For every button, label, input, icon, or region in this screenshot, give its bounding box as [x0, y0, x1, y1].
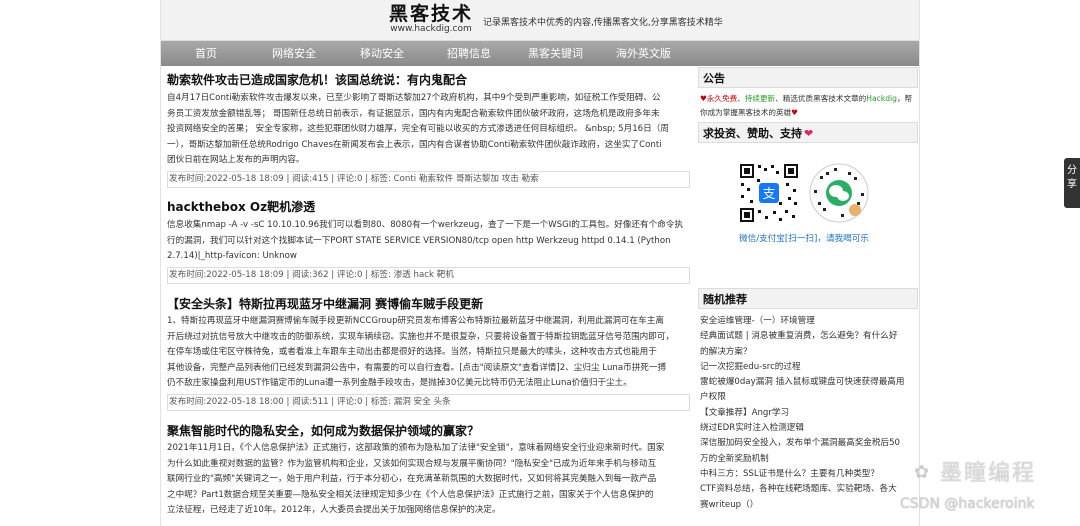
notice-updating: 持续更新: [744, 94, 776, 103]
excerpt-line: 信息收集nmap -A -v -sC 10.10.10.96我们可以看到80、8…: [167, 220, 683, 230]
nav-item-jobs[interactable]: 招聘信息: [447, 41, 491, 66]
random-item[interactable]: 的解决方案？: [700, 345, 916, 360]
article-title[interactable]: 【安全头条】特斯拉再现蓝牙中继漏洞 赛博偷车贼手段更新: [167, 295, 483, 312]
watermark-csdn: CSDN @hackeroink: [900, 496, 1035, 512]
random-item[interactable]: CTF资料总结，各种在线靶场题库、实验靶场、各大: [700, 482, 916, 497]
site-slogan: 记录黑客技术中优秀的内容,传播黑客文化,分享黑客技术精华: [483, 18, 723, 28]
watermark-icon: ✿: [914, 462, 930, 483]
random-item[interactable]: 安全运维管理-（一）环境管理: [700, 314, 916, 329]
notice-free: 永久免费: [706, 94, 738, 103]
article-meta: 发布时间:2022-05-18 18:00 | 阅读:511 | 评论:0 | …: [167, 394, 690, 411]
excerpt-line: 仍不敌庄家操盘利用UST作锚定币的Luna遭一系列金融手段攻击，是抛掉30亿美元…: [167, 378, 632, 389]
notice-text: ♥永久免费、持续更新、精选优质黑客技术文章的Hackdig，帮 你成为掌握黑客技…: [700, 92, 918, 120]
article-excerpt: 1、特斯拉再现蓝牙中继漏洞赛博偷车贼手段更新NCCGroup研究员发布博客公布特…: [167, 314, 689, 392]
random-list: 安全运维管理-（一）环境管理 经典面试题 | 消息被重复消费，怎么避免？有什么好…: [700, 314, 916, 513]
excerpt-line: 联网行业的"高频"关键词之一，始于用户利益，行于本分初心，在充满革新氛围的大数据…: [167, 474, 657, 485]
random-item[interactable]: 经典面试题 | 消息被重复消费，怎么避免？有什么好: [700, 329, 916, 344]
heart-icon: ❤: [804, 127, 814, 140]
excerpt-line: 为什么如此重视对数据的监管？作为监管机构和企业，又该如何实现合规与发展平衡协同？…: [167, 458, 657, 469]
excerpt-line: 立法征程，已经走了近10年。2012年，人大委员会提出关于加强网络信息保护的决定…: [167, 505, 501, 516]
nav-item-mobile-security[interactable]: 移动安全: [360, 41, 404, 66]
random-item[interactable]: 记一次挖掘edu-src的过程: [700, 360, 916, 375]
pay-caption: 微信/支付宝[扫一扫]，请我喝可乐: [739, 234, 869, 244]
random-item[interactable]: 绕过EDR实时注入检测逻辑: [700, 421, 916, 436]
excerpt-line: 一），哥斯达黎加新任总统Rodrigo Chaves在新闻发布会上表示，国内有合…: [167, 139, 662, 150]
excerpt-line: 自4月17日Conti勒索软件攻击爆发以来，已至少影响了哥斯达黎加27个政府机构…: [167, 93, 661, 103]
watermark-brand: 墨瞳编程: [940, 461, 1037, 486]
article-meta: 发布时间:2022-05-18 18:09 | 阅读:415 | 评论:0 | …: [167, 171, 690, 188]
random-heading: 随机推荐: [698, 288, 918, 309]
main-nav: 首页 网络安全 移动安全 招聘信息 黑客关键词 海外英文版: [161, 41, 919, 66]
excerpt-line: 2.7.14)|_http-favicon: Unknow: [167, 251, 297, 262]
article-excerpt: 2021年11月1日，《个人信息保护法》正式施行，这部政策的颁布为隐私加了法律"…: [167, 441, 689, 519]
excerpt-line: 务员工资发放金额错乱等； 哥国新任总统日前表示，有证据显示，国内有内鬼配合勒索软…: [167, 108, 660, 119]
excerpt-line: 之中呢？Part1数据合规至关重要—隐私安全相关法律规定知多少在《个人信息保护法…: [167, 489, 654, 500]
random-item[interactable]: 【文章推荐】Angr学习: [700, 406, 916, 421]
share-tab[interactable]: 分享: [1064, 158, 1080, 208]
excerpt-line: 2021年11月1日，《个人信息保护法》正式施行，这部政策的颁布为隐私加了法律"…: [167, 443, 665, 453]
random-item[interactable]: 雷蛇被爆0day漏洞 插入鼠标或键盘可快速获得最高用: [700, 375, 916, 390]
excerpt-line: 1、特斯拉再现蓝牙中继漏洞赛博偷车贼手段更新NCCGroup研究员发布博客公布特…: [167, 316, 664, 326]
excerpt-line: 团伙日前在网站上发布的声明内容。: [167, 155, 305, 166]
excerpt-line: 其他设备，完整产品列表他们已经发到漏洞公告中，有需要的可以自行查看。[点击"阅读…: [167, 362, 667, 373]
support-title: 求投资、赞助、支持: [703, 127, 802, 140]
article-title[interactable]: 聚焦智能时代的隐私安全，如何成为数据保护领域的赢家？: [167, 422, 479, 439]
alipay-qr-code: 支: [738, 162, 800, 224]
heart-icon: ♥: [791, 108, 798, 117]
page-container: 黑客技术 www.hackdig.com 记录黑客技术中优秀的内容,传播黑客文化…: [160, 0, 920, 526]
notice-hero: 你成为掌握黑客技术的英雄: [700, 108, 792, 117]
notice-desc-end: ，帮: [896, 94, 913, 103]
logo-text: 黑客技术: [388, 3, 473, 25]
excerpt-line: 在停车场或住宅区守株待兔，或者看准上车跟车主动出击都是很好的选择。当然，特斯拉只…: [167, 347, 657, 358]
heart-icon: ♥: [700, 94, 707, 103]
site-logo[interactable]: 黑客技术 www.hackdig.com: [386, 4, 476, 38]
notice-line: ♥永久免费、持续更新、精选优质黑客技术文章的Hackdig，帮: [700, 92, 918, 106]
wechat-qr-code: [808, 162, 870, 224]
notice-desc: 、精选优质黑客技术文章的: [775, 94, 867, 103]
excerpt-line: 投资网络安全的苦果； 安全专家称，这些犯罪团伙财力雄厚，完全有可能以收买的方式渗…: [167, 124, 669, 135]
svg-text:支: 支: [762, 187, 775, 202]
article-excerpt: 信息收集nmap -A -v -sC 10.10.10.96我们可以看到80、8…: [167, 218, 689, 265]
nav-item-english[interactable]: 海外英文版: [616, 41, 671, 66]
random-item[interactable]: 中科三方：SSL证书是什么？主要有几种类型？: [700, 467, 916, 482]
nav-item-home[interactable]: 首页: [195, 41, 217, 66]
support-heading: 求投资、赞助、支持 ❤: [698, 122, 918, 143]
logo-url: www.hackdig.com: [390, 24, 472, 34]
random-item[interactable]: 万的全新奖励机制: [700, 452, 916, 467]
notice-line: 你成为掌握黑客技术的英雄♥: [700, 106, 918, 120]
excerpt-line: 开后绕过对抗信号放大中继攻击的防御系统，实现车辆续窃。实施也并不是很复杂，只要将…: [167, 331, 675, 342]
nav-item-network-security[interactable]: 网络安全: [272, 41, 316, 66]
article-meta: 发布时间:2022-05-18 18:09 | 阅读:362 | 评论:0 | …: [167, 267, 690, 284]
site-header: 黑客技术 www.hackdig.com 记录黑客技术中优秀的内容,传播黑客文化…: [161, 0, 919, 41]
excerpt-line: 行的漏洞，我们可以针对这个找脚本试一下PORT STATE SERVICE VE…: [167, 235, 671, 246]
notice-heading: 公告: [698, 67, 918, 88]
random-item[interactable]: 赛writeup（）: [700, 498, 916, 513]
article-excerpt: 自4月17日Conti勒索软件攻击爆发以来，已至少影响了哥斯达黎加27个政府机构…: [167, 91, 689, 169]
notice-brand: Hackdig: [866, 94, 897, 103]
article-title[interactable]: hackthebox Oz靶机渗透: [167, 198, 315, 215]
article-title[interactable]: 勒索软件攻击已造成国家危机！该国总统说：有内鬼配合: [167, 71, 467, 88]
nav-item-keywords[interactable]: 黑客关键词: [528, 41, 583, 66]
notice-sep: 、: [737, 94, 745, 103]
random-item[interactable]: 户权限: [700, 390, 916, 405]
random-item[interactable]: 深信服加码安全投入，发布单个漏洞最高奖金税后50: [700, 436, 916, 451]
